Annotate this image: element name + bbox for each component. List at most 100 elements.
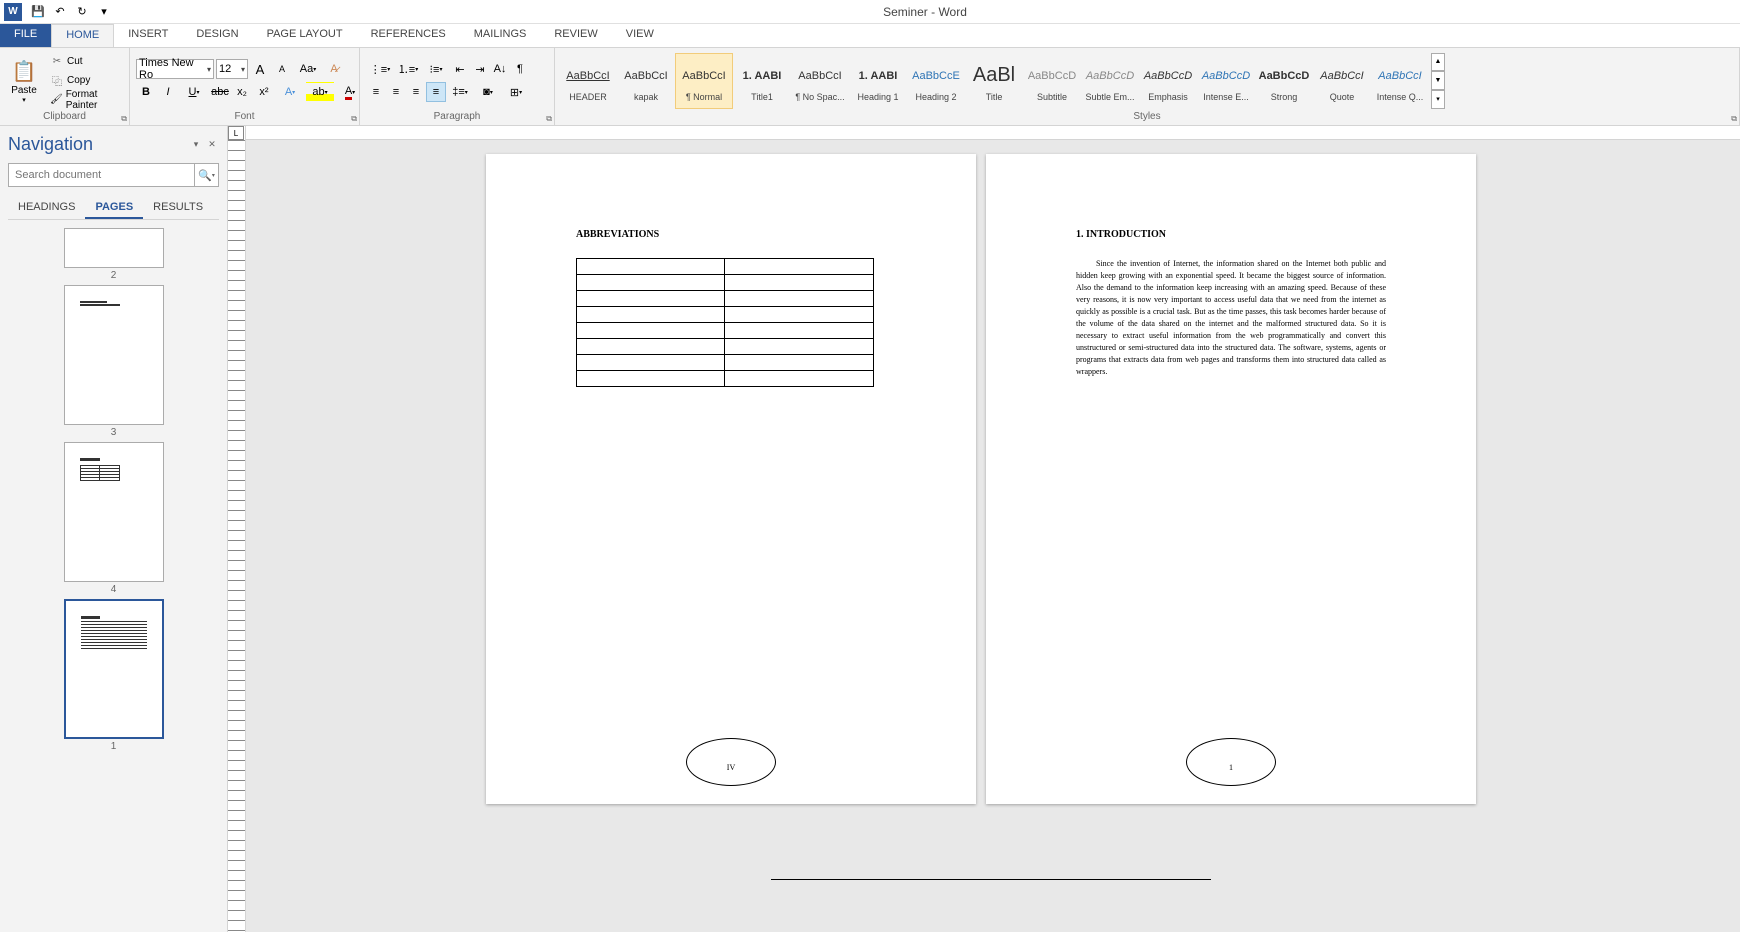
strikethrough-button[interactable]: abc [210, 82, 230, 102]
paragraph-dialog-launcher[interactable]: ⧉ [546, 114, 552, 124]
tab-references[interactable]: REFERENCES [357, 24, 460, 47]
style-item[interactable]: 1. AABIHeading 1 [849, 53, 907, 109]
tab-selector[interactable]: L [228, 126, 244, 140]
search-icon[interactable]: 🔍▾ [194, 164, 218, 186]
multilevel-list-button[interactable]: ⁝≡▾ [422, 59, 450, 79]
numbering-button[interactable]: ⒈≡▾ [394, 59, 422, 79]
underline-button[interactable]: U▾ [180, 82, 208, 102]
style-name: Intense E... [1203, 92, 1249, 102]
style-item[interactable]: AaBbCcIkapak [617, 53, 675, 109]
style-item[interactable]: AaBbCcIHEADER [559, 53, 617, 109]
redo-icon[interactable]: ↻ [72, 2, 92, 22]
style-item[interactable]: AaBbCcIIntense Q... [1371, 53, 1429, 109]
page-thumbnail[interactable] [64, 442, 164, 582]
title-bar: W 💾 ↶ ↻ ▾ Seminer - Word [0, 0, 1740, 24]
style-item[interactable]: AaBbCcI¶ No Spac... [791, 53, 849, 109]
tab-file[interactable]: FILE [0, 24, 51, 47]
bold-button[interactable]: B [136, 82, 156, 102]
style-item[interactable]: AaBbCcDEmphasis [1139, 53, 1197, 109]
search-input[interactable] [9, 164, 194, 186]
copy-icon: ⿻ [50, 74, 64, 88]
align-center-button[interactable]: ≡ [386, 82, 406, 102]
style-name: Heading 2 [915, 92, 956, 102]
tab-view[interactable]: VIEW [612, 24, 668, 47]
font-name-combo[interactable]: Times New Ro▾ [136, 59, 214, 79]
style-item[interactable]: AaBbCcEHeading 2 [907, 53, 965, 109]
nav-tab-pages[interactable]: PAGES [85, 197, 143, 219]
page-thumbnail[interactable] [64, 285, 164, 425]
italic-button[interactable]: I [158, 82, 178, 102]
style-preview: AaBbCcE [912, 60, 960, 92]
grow-font-button[interactable]: A [250, 59, 270, 79]
tab-design[interactable]: DESIGN [182, 24, 252, 47]
tab-page-layout[interactable]: PAGE LAYOUT [253, 24, 357, 47]
save-icon[interactable]: 💾 [28, 2, 48, 22]
clear-formatting-button[interactable]: A̷ [324, 59, 344, 79]
pages-container: ABBREVIATIONS IV 1. INTRODUCTION Since t… [246, 140, 1740, 932]
bullets-button[interactable]: ⋮≡▾ [366, 59, 394, 79]
ribbon: 📋 Paste ▾ ✂Cut ⿻Copy 🖌Format Painter Cli… [0, 48, 1740, 126]
line-spacing-button[interactable]: ‡≡▾ [446, 82, 474, 102]
shrink-font-button[interactable]: A [272, 59, 292, 79]
nav-tab-headings[interactable]: HEADINGS [8, 197, 85, 219]
qat-customize-icon[interactable]: ▾ [94, 2, 114, 22]
styles-scroll-down[interactable]: ▼ [1431, 71, 1445, 90]
style-item[interactable]: 1. AABITitle1 [733, 53, 791, 109]
style-item[interactable]: AaBbCcDIntense E... [1197, 53, 1255, 109]
style-item[interactable]: AaBbCcDSubtitle [1023, 53, 1081, 109]
page-thumbnail[interactable] [64, 599, 164, 739]
page-right[interactable]: 1. INTRODUCTION Since the invention of I… [986, 154, 1476, 804]
style-item[interactable]: AaBbCcDSubtle Em... [1081, 53, 1139, 109]
style-preview: AaBbCcI [624, 60, 667, 92]
subscript-button[interactable]: x₂ [232, 82, 252, 102]
text-effects-button[interactable]: A▾ [276, 82, 304, 102]
decrease-indent-button[interactable]: ⇤ [450, 59, 470, 79]
tab-mailings[interactable]: MAILINGS [460, 24, 541, 47]
undo-icon[interactable]: ↶ [50, 2, 70, 22]
format-painter-button[interactable]: 🖌Format Painter [46, 91, 125, 109]
tab-insert[interactable]: INSERT [114, 24, 182, 47]
copy-button[interactable]: ⿻Copy [46, 72, 125, 90]
page-thumbnail[interactable] [64, 228, 164, 268]
align-left-button[interactable]: ≡ [366, 82, 386, 102]
style-item[interactable]: AaBbCcI¶ Normal [675, 53, 733, 109]
thumbnail-number: 3 [111, 427, 117, 438]
style-preview: 1. AABI [743, 60, 782, 92]
paste-button[interactable]: 📋 Paste ▾ [4, 51, 44, 111]
highlight-button[interactable]: ab▾ [306, 82, 334, 102]
style-name: ¶ No Spac... [795, 92, 844, 102]
style-item[interactable]: AaBbCcDStrong [1255, 53, 1313, 109]
style-name: Emphasis [1148, 92, 1188, 102]
styles-scroll-up[interactable]: ▲ [1431, 53, 1445, 72]
style-item[interactable]: AaBbCcIQuote [1313, 53, 1371, 109]
nav-dropdown-icon[interactable]: ▾ [189, 138, 203, 152]
change-case-button[interactable]: Aa▾ [294, 59, 322, 79]
styles-dialog-launcher[interactable]: ⧉ [1731, 114, 1737, 124]
cut-button[interactable]: ✂Cut [46, 53, 125, 71]
page-left[interactable]: ABBREVIATIONS IV [486, 154, 976, 804]
clipboard-dialog-launcher[interactable]: ⧉ [121, 114, 127, 124]
superscript-button[interactable]: x² [254, 82, 274, 102]
justify-button[interactable]: ≡ [426, 82, 446, 102]
document-scroll[interactable]: ABBREVIATIONS IV 1. INTRODUCTION Since t… [246, 126, 1740, 932]
nav-tab-results[interactable]: RESULTS [143, 197, 213, 219]
tab-home[interactable]: HOME [51, 24, 114, 47]
font-size-combo[interactable]: 12▾ [216, 59, 248, 79]
sort-button[interactable]: A↓ [490, 59, 510, 79]
styles-more[interactable]: ▾ [1431, 90, 1445, 109]
style-preview: AaBbCcI [1320, 60, 1363, 92]
show-hide-button[interactable]: ¶ [510, 59, 530, 79]
style-item[interactable]: AaBlTitle [965, 53, 1023, 109]
tab-review[interactable]: REVIEW [540, 24, 611, 47]
style-preview: 1. AABI [859, 60, 898, 92]
increase-indent-button[interactable]: ⇥ [470, 59, 490, 79]
align-right-button[interactable]: ≡ [406, 82, 426, 102]
borders-button[interactable]: ⊞▾ [502, 82, 530, 102]
abbreviations-table[interactable] [576, 258, 874, 387]
font-dialog-launcher[interactable]: ⧉ [351, 114, 357, 124]
shading-button[interactable]: ◙▾ [474, 82, 502, 102]
clipboard-group-label: Clipboard [4, 111, 125, 123]
nav-close-icon[interactable]: ✕ [205, 138, 219, 152]
horizontal-ruler[interactable] [246, 126, 1740, 140]
vertical-ruler[interactable]: L [228, 126, 246, 932]
